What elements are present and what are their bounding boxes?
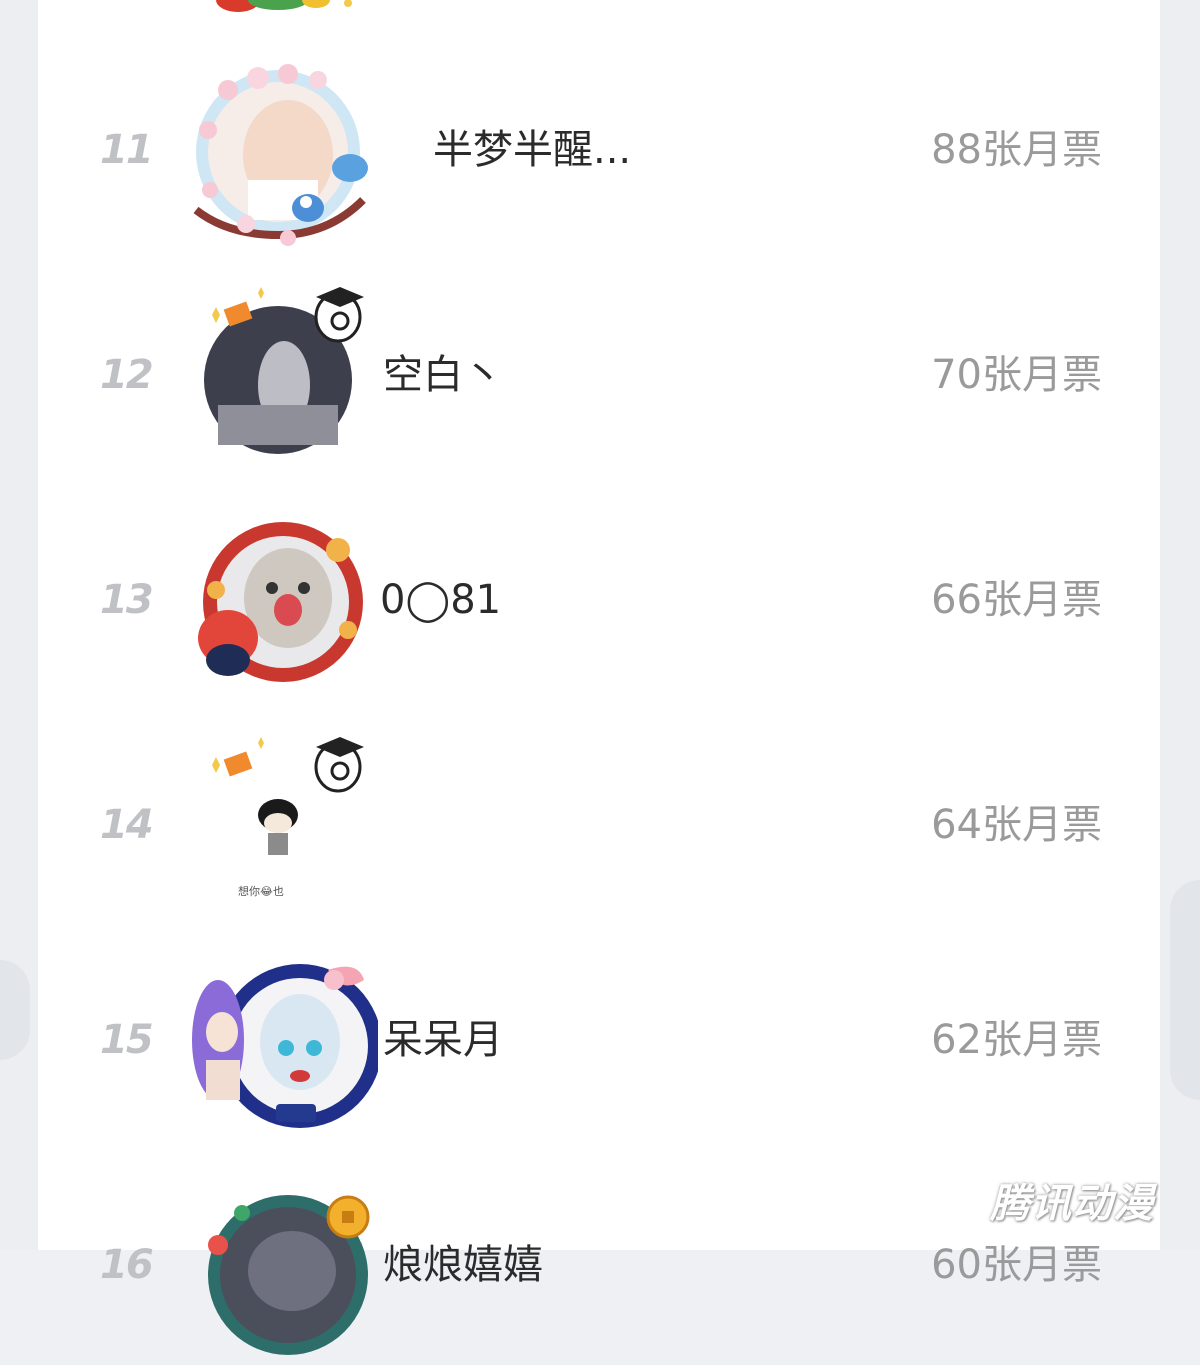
- ranking-row[interactable]: 12 空白丶 70张月票: [38, 275, 1160, 475]
- ticket-count: 66张月票: [931, 577, 1102, 623]
- ticket-count: 60张月票: [931, 1242, 1102, 1288]
- watermark-logo: 腾讯动漫: [990, 1181, 1154, 1227]
- coin-frame-avatar-icon: [208, 1195, 370, 1355]
- ticket-count: 70张月票: [931, 352, 1102, 398]
- background-decoration: [0, 960, 30, 1060]
- rank-number: 13: [100, 577, 154, 623]
- avatar[interactable]: 想你😂也: [188, 735, 378, 925]
- rank-number: 12: [100, 352, 154, 398]
- username[interactable]: 半梦半醒...: [433, 122, 631, 178]
- anime-girl-frame-avatar-icon: [192, 964, 378, 1128]
- background-decoration: [1170, 880, 1200, 1100]
- scholar-badge-avatar-icon: [204, 287, 364, 454]
- previous-avatar-frame: [216, 0, 352, 12]
- ticket-count: 62张月票: [931, 1017, 1102, 1063]
- ranking-row[interactable]: 15 呆呆月 62张月票: [38, 940, 1160, 1140]
- avatar-caption: 想你😂也: [238, 885, 284, 898]
- ranking-row[interactable]: 13 0◯81 66张月票: [38, 500, 1160, 700]
- rank-number: 14: [100, 802, 154, 848]
- avatar[interactable]: [188, 1175, 378, 1365]
- flower-frame-avatar-icon: [193, 64, 368, 246]
- rank-number: 11: [100, 127, 154, 173]
- username[interactable]: 呆呆月: [383, 1012, 503, 1068]
- username[interactable]: 烺烺嬉嬉: [383, 1237, 543, 1293]
- username[interactable]: 0◯81: [380, 572, 501, 628]
- avatar[interactable]: [188, 285, 378, 475]
- rank-number: 15: [100, 1017, 154, 1063]
- lion-dance-frame-avatar-icon: [198, 522, 363, 682]
- background-left: [0, 0, 38, 1250]
- ranking-row[interactable]: 11 半梦半醒... 88张月票: [38, 50, 1160, 250]
- rank-number: 16: [100, 1242, 154, 1288]
- ranking-row[interactable]: 14 想你😂也 64张月票: [38, 725, 1160, 925]
- monthly-ticket-ranking-list[interactable]: 11 半梦半醒... 88张月票 12 空白丶 70张月票 13 0◯81 66…: [38, 0, 1160, 1355]
- avatar[interactable]: [188, 60, 378, 250]
- ticket-count: 88张月票: [931, 127, 1102, 173]
- username[interactable]: 空白丶: [383, 347, 503, 403]
- avatar[interactable]: [188, 510, 378, 700]
- ticket-count: 64张月票: [931, 802, 1102, 848]
- avatar[interactable]: [188, 950, 378, 1140]
